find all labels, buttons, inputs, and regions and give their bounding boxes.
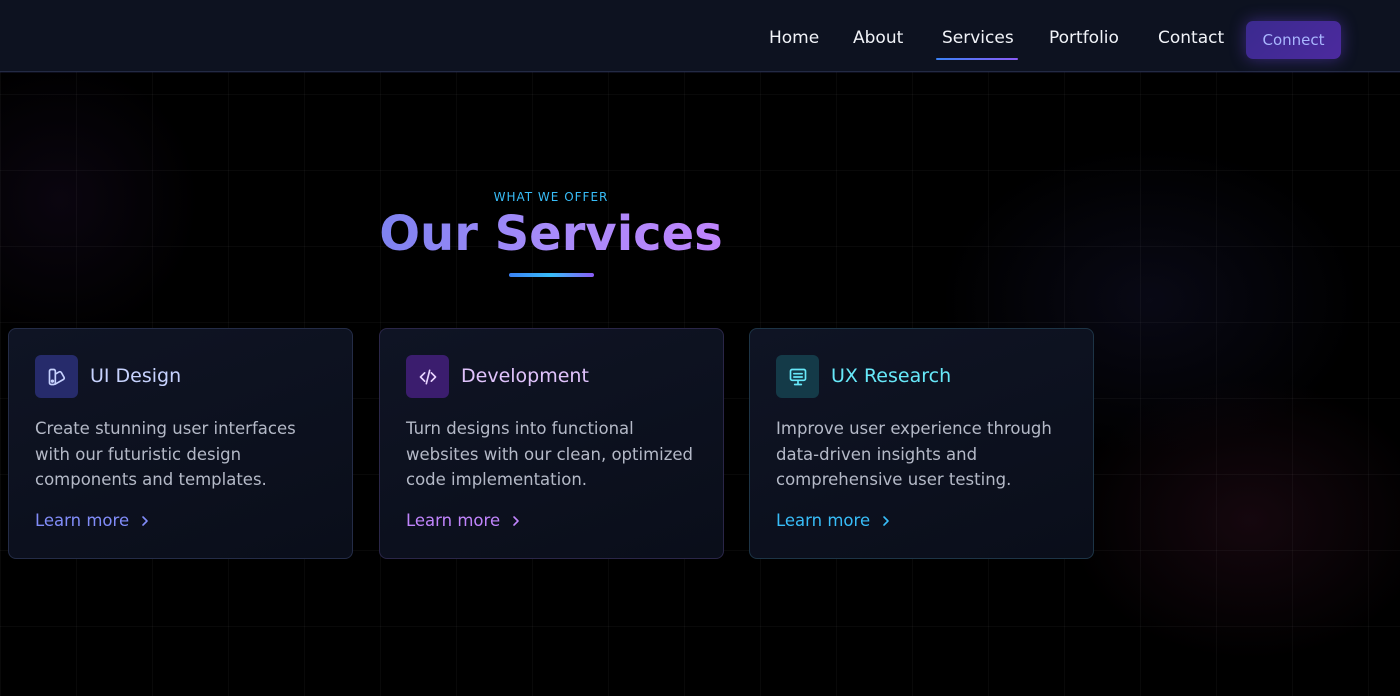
card-description: Turn designs into functional websites wi… — [406, 419, 694, 489]
top-nav: Home About Services Portfolio Contact Co… — [0, 0, 1400, 72]
chevron-right-icon — [513, 515, 519, 526]
chevron-right-icon — [142, 515, 148, 526]
card-description: Improve user experience through data-dri… — [776, 419, 1052, 489]
learn-more-label: Learn more — [35, 511, 130, 530]
service-card-development: Development Turn designs into functional… — [379, 328, 724, 559]
learn-more-label: Learn more — [406, 511, 501, 530]
palette-icon — [35, 355, 78, 398]
learn-more-link[interactable]: Learn more — [35, 511, 151, 530]
section-eyebrow: WHAT WE OFFER — [493, 190, 609, 204]
active-nav-underline — [936, 58, 1018, 60]
service-card-ui-design: UI Design Create stunning user interface… — [8, 328, 353, 559]
nav-link-about[interactable]: About — [853, 28, 903, 48]
nav-link-portfolio[interactable]: Portfolio — [1049, 28, 1119, 48]
code-icon — [406, 355, 449, 398]
learn-more-label: Learn more — [776, 511, 871, 530]
chevron-right-icon — [883, 515, 889, 526]
learn-more-link[interactable]: Learn more — [776, 511, 892, 530]
nav-link-contact[interactable]: Contact — [1158, 28, 1224, 48]
card-title: Development — [461, 365, 589, 387]
service-card-ux-research: UX Research Improve user experience thro… — [749, 328, 1094, 559]
nav-link-services[interactable]: Services — [942, 28, 1014, 48]
connect-button[interactable]: Connect — [1246, 21, 1341, 59]
card-description: Create stunning user interfaces with our… — [35, 419, 296, 489]
card-title: UX Research — [831, 365, 952, 387]
nav-link-home[interactable]: Home — [769, 28, 819, 48]
card-title: UI Design — [90, 365, 182, 387]
title-accent-bar — [509, 273, 594, 277]
page: Home About Services Portfolio Contact Co… — [0, 0, 1400, 696]
learn-more-link[interactable]: Learn more — [406, 511, 522, 530]
section-title: Our Services — [370, 206, 732, 262]
monitor-icon — [776, 355, 819, 398]
